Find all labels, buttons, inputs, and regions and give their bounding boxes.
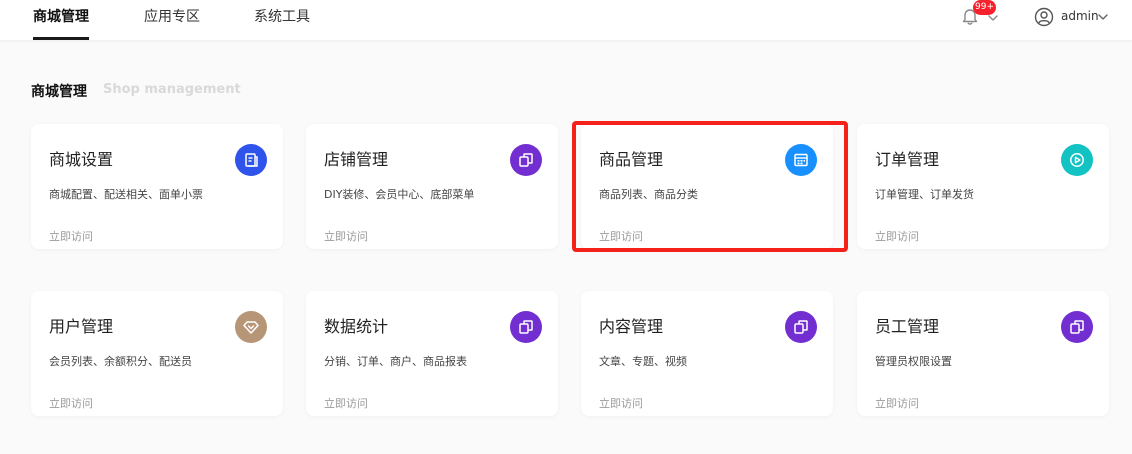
card-user-management[interactable]: 用户管理 会员列表、余额积分、配送员 立即访问 [31,291,283,416]
copy-icon [1061,311,1093,343]
visit-link[interactable]: 立即访问 [875,228,919,244]
card-description: 商城配置、配送相关、面单小票 [49,188,203,201]
card-order-management[interactable]: 订单管理 订单管理、订单发货 立即访问 [857,124,1109,249]
visit-link[interactable]: 立即访问 [875,395,919,411]
card-description: DIY装修、会员中心、底部菜单 [324,188,475,201]
section-title: 商城管理 [31,84,87,100]
top-navigation-bar: 商城管理 应用专区 系统工具 99+ admin [0,0,1132,40]
card-store-management[interactable]: 店铺管理 DIY装修、会员中心、底部菜单 立即访问 [306,124,558,249]
card-title: 数据统计 [324,317,389,336]
visit-link[interactable]: 立即访问 [49,395,93,411]
card-description: 会员列表、余额积分、配送员 [49,355,192,368]
card-title: 商品管理 [599,150,664,169]
card-title: 用户管理 [49,317,114,336]
calendar-icon [785,144,817,176]
visit-link[interactable]: 立即访问 [599,228,643,244]
visit-link[interactable]: 立即访问 [324,395,368,411]
card-description: 商品列表、商品分类 [599,188,698,201]
tab-shop-management[interactable]: 商城管理 [33,0,89,40]
username[interactable]: admin [1061,9,1099,23]
visit-link[interactable]: 立即访问 [49,228,93,244]
card-title: 商城设置 [49,150,114,169]
play-icon [1061,144,1093,176]
card-description: 管理员权限设置 [875,355,952,368]
card-description: 订单管理、订单发货 [875,188,974,201]
chevron-down-icon[interactable] [1097,11,1109,23]
tab-system-tools[interactable]: 系统工具 [254,0,310,40]
diamond-icon [235,311,267,343]
card-product-management[interactable]: 商品管理 商品列表、商品分类 立即访问 [581,124,833,249]
copy-icon [510,144,542,176]
section-subtitle: Shop management [103,82,241,97]
copy-icon [510,311,542,343]
card-title: 订单管理 [875,150,940,169]
visit-link[interactable]: 立即访问 [599,395,643,411]
chevron-down-icon[interactable] [987,12,999,24]
card-description: 分销、订单、商户、商品报表 [324,355,467,368]
card-title: 内容管理 [599,317,664,336]
card-shop-settings[interactable]: 商城设置 商城配置、配送相关、面单小票 立即访问 [31,124,283,249]
user-avatar-icon[interactable] [1034,7,1054,27]
copy-icon [785,311,817,343]
card-title: 店铺管理 [324,150,389,169]
card-title: 员工管理 [875,317,940,336]
card-data-statistics[interactable]: 数据统计 分销、订单、商户、商品报表 立即访问 [306,291,558,416]
tab-app-zone[interactable]: 应用专区 [144,0,200,40]
card-staff-management[interactable]: 员工管理 管理员权限设置 立即访问 [857,291,1109,416]
visit-link[interactable]: 立即访问 [324,228,368,244]
document-icon [235,144,267,176]
card-description: 文章、专题、视频 [599,355,687,368]
card-content-management[interactable]: 内容管理 文章、专题、视频 立即访问 [581,291,833,416]
